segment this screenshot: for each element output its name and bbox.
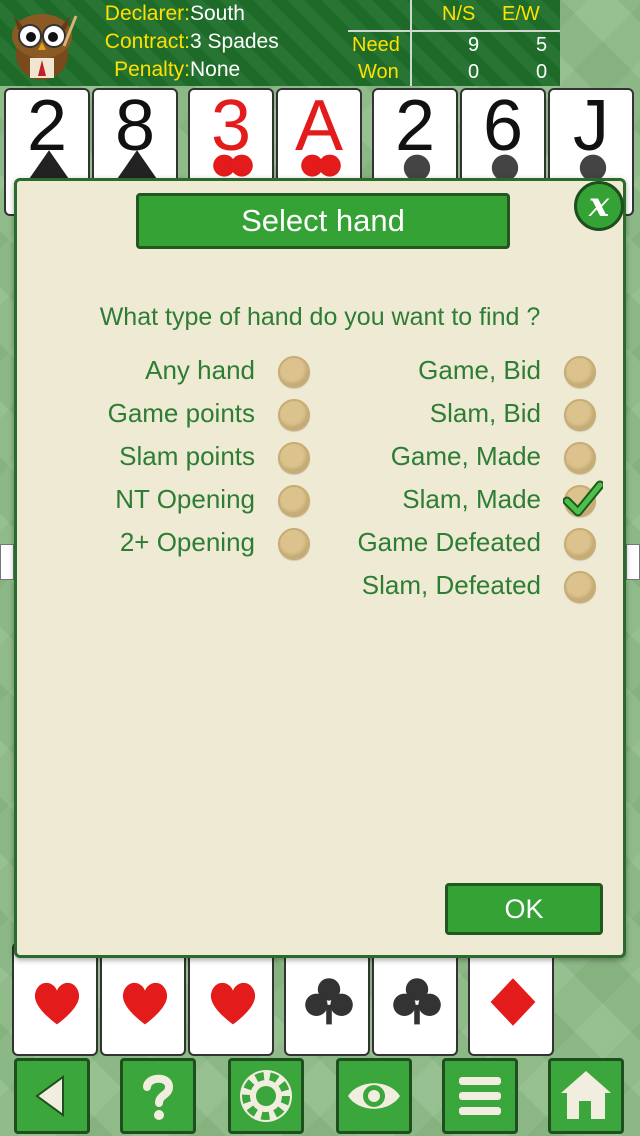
- menu-button[interactable]: [442, 1058, 518, 1134]
- option-2plus-opening-label[interactable]: 2+ Opening: [120, 527, 255, 558]
- option-slam-points-radio[interactable]: [278, 442, 310, 474]
- option-game-made-label[interactable]: Game, Made: [391, 441, 541, 472]
- penalty-label: Penalty:: [114, 58, 190, 81]
- option-game-bid-label[interactable]: Game, Bid: [418, 355, 541, 386]
- option-slam-defeated-radio[interactable]: [564, 571, 596, 603]
- option-slam-made-label[interactable]: Slam, Made: [402, 484, 541, 515]
- score-table: N/S E/W Need Won 9 5 0 0: [348, 0, 560, 86]
- dialog-question: What type of hand do you want to find ?: [99, 303, 541, 331]
- need-ew-value: 5: [536, 34, 548, 56]
- ew-column-header: E/W: [502, 3, 540, 25]
- declarer-row: Declarer:South: [86, 2, 245, 26]
- diamond-icon: [490, 978, 536, 1026]
- need-ns-value: 9: [468, 34, 480, 56]
- view-button[interactable]: [336, 1058, 412, 1134]
- eye-icon: [348, 1083, 400, 1109]
- declarer-value: South: [190, 2, 245, 25]
- option-game-points-radio[interactable]: [278, 399, 310, 431]
- card[interactable]: 3: [284, 942, 370, 1056]
- game-info-header: Declarer:South Contract:3 Spades Penalty…: [0, 0, 560, 86]
- option-slam-bid-radio[interactable]: [564, 399, 596, 431]
- won-ew-value: 0: [536, 61, 548, 83]
- card[interactable]: 4: [468, 942, 554, 1056]
- option-game-made-radio[interactable]: [564, 442, 596, 474]
- heart-icon: [122, 982, 168, 1025]
- option-game-defeated-radio[interactable]: [564, 528, 596, 560]
- poker-chip-icon: [240, 1070, 292, 1122]
- checkmark-icon: [563, 480, 603, 517]
- penalty-row: Penalty:None: [86, 58, 240, 82]
- home-icon: [561, 1071, 611, 1119]
- option-slam-points-label[interactable]: Slam points: [119, 441, 255, 472]
- card[interactable]: 4: [12, 942, 98, 1056]
- card[interactable]: 8: [100, 942, 186, 1056]
- option-slam-bid-label[interactable]: Slam, Bid: [430, 398, 541, 429]
- card[interactable]: K: [372, 942, 458, 1056]
- menu-lines-icon: [459, 1077, 501, 1115]
- contract-row: Contract:3 Spades: [86, 30, 279, 54]
- west-hand-edge: [0, 544, 14, 580]
- option-nt-opening-radio[interactable]: [278, 485, 310, 517]
- contract-label: Contract:: [104, 30, 190, 53]
- option-any-hand-radio[interactable]: [278, 356, 310, 388]
- help-question-icon: [143, 1074, 174, 1120]
- deal-button[interactable]: [228, 1058, 304, 1134]
- ns-column-header: N/S: [442, 3, 476, 25]
- option-game-defeated-label[interactable]: Game Defeated: [357, 527, 541, 558]
- option-game-points-label[interactable]: Game points: [108, 398, 255, 429]
- option-nt-opening-label[interactable]: NT Opening: [115, 484, 255, 515]
- option-slam-defeated-label[interactable]: Slam, Defeated: [362, 570, 541, 601]
- option-2plus-opening-radio[interactable]: [278, 528, 310, 560]
- select-hand-dialog: Select hand x What type of hand do you w…: [14, 178, 626, 958]
- club-icon: [393, 978, 441, 1025]
- ok-button[interactable]: OK: [445, 883, 603, 935]
- owl-mascot-icon: [12, 14, 78, 80]
- back-button[interactable]: [14, 1058, 90, 1134]
- dialog-title: Select hand: [136, 193, 510, 249]
- club-icon: [305, 978, 353, 1025]
- heart-icon: [34, 982, 80, 1025]
- east-hand-edge: [626, 544, 640, 580]
- card[interactable]: 9: [188, 942, 274, 1056]
- contract-value: 3 Spades: [190, 30, 279, 53]
- option-game-bid-radio[interactable]: [564, 356, 596, 388]
- heart-icon: [210, 982, 256, 1025]
- declarer-label: Declarer:: [104, 2, 190, 25]
- need-label: Need: [352, 34, 400, 56]
- penalty-value: None: [190, 58, 241, 81]
- won-ns-value: 0: [468, 61, 480, 83]
- close-button[interactable]: x: [574, 181, 624, 231]
- home-button[interactable]: [548, 1058, 624, 1134]
- help-button[interactable]: [120, 1058, 196, 1134]
- option-any-hand-label[interactable]: Any hand: [145, 355, 255, 386]
- won-label: Won: [358, 61, 399, 83]
- back-arrow-icon: [35, 1075, 64, 1117]
- option-slam-made-radio[interactable]: [563, 480, 603, 517]
